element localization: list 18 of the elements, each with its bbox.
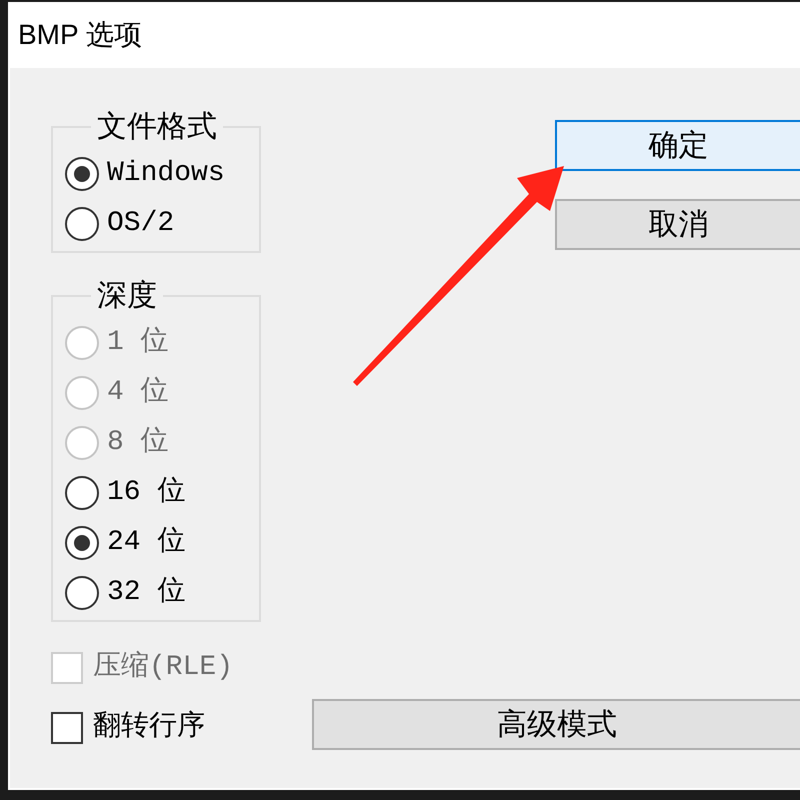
checkbox-icon[interactable]: [51, 712, 83, 744]
advanced-mode-button[interactable]: 高级模式: [312, 699, 800, 750]
radio-option[interactable]: 16 位: [65, 468, 186, 518]
radio-button-icon[interactable]: [65, 207, 99, 241]
radio-button-icon[interactable]: [65, 157, 99, 191]
checkbox-option[interactable]: 翻转行序: [51, 703, 205, 753]
radio-button-icon[interactable]: [65, 476, 99, 510]
radio-button-icon[interactable]: [65, 576, 99, 610]
radio-option[interactable]: 24 位: [65, 518, 186, 568]
window-title: BMP 选项: [18, 20, 142, 50]
radio-option[interactable]: Windows: [65, 149, 225, 199]
radio-option[interactable]: 32 位: [65, 568, 186, 618]
radio-option[interactable]: OS/2: [65, 199, 174, 249]
cancel-button[interactable]: 取消: [555, 199, 800, 250]
group-label: 文件格式: [96, 112, 218, 142]
group-label: 深度: [96, 281, 158, 311]
ok-button[interactable]: 确定: [555, 120, 800, 171]
radio-button-icon[interactable]: [65, 526, 99, 560]
